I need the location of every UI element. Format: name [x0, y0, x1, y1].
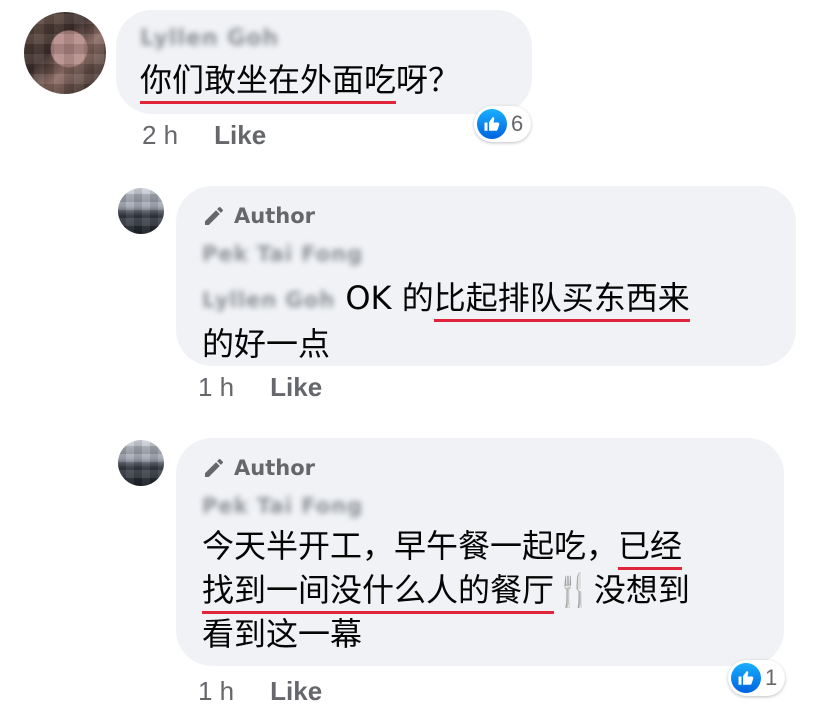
- reply-author-avatar[interactable]: [118, 440, 164, 486]
- like-button[interactable]: Like: [214, 120, 266, 151]
- fork-and-knife-icon: 🍴: [554, 571, 594, 609]
- thumbs-up-icon: [477, 109, 507, 139]
- comment-bubble: Lyllen Goh 你们敢坐在外面吃呀？: [116, 10, 532, 114]
- underlined-text: 已经: [618, 527, 683, 570]
- timestamp[interactable]: 1 h: [198, 372, 234, 403]
- reply-bubble: Author Pek Tai Fong Lyllen Goh OK 的比起排队买…: [176, 186, 796, 366]
- pencil-icon: [202, 204, 226, 228]
- reply-author-avatar[interactable]: [118, 188, 164, 234]
- timestamp[interactable]: 1 h: [198, 676, 234, 707]
- underlined-text: 找到一间没什么人的餐厅: [202, 571, 555, 614]
- mention-link[interactable]: Lyllen Goh: [202, 278, 335, 322]
- timestamp[interactable]: 2 h: [142, 120, 178, 151]
- pencil-icon: [202, 456, 226, 480]
- reply-meta: 1 h Like: [198, 676, 322, 707]
- reaction-count[interactable]: 1: [728, 660, 786, 696]
- like-button[interactable]: Like: [270, 676, 322, 707]
- comment-text: 你们敢坐在外面吃呀？: [140, 58, 460, 104]
- comment-meta: 2 h Like: [142, 120, 266, 151]
- like-button[interactable]: Like: [270, 372, 322, 403]
- reaction-count[interactable]: 6: [474, 106, 532, 142]
- author-badge: Author: [202, 456, 315, 480]
- reply-bubble: Author Pek Tai Fong 今天半开工，早午餐一起吃，已经 找到一间…: [176, 438, 784, 666]
- underlined-text: 比起排队买东西来: [433, 279, 690, 322]
- thumbs-up-icon: [731, 663, 761, 693]
- reply-meta: 1 h Like: [198, 372, 322, 403]
- commenter-name[interactable]: Lyllen Goh: [140, 26, 279, 51]
- author-badge: Author: [202, 204, 315, 228]
- commenter-avatar[interactable]: [24, 12, 106, 94]
- reply-author-name[interactable]: Pek Tai Fong: [202, 494, 363, 518]
- underlined-text: 你们敢坐在外面吃: [140, 61, 397, 104]
- reply-text: 今天半开工，早午餐一起吃，已经 找到一间没什么人的餐厅🍴没想到 看到这一幕: [202, 527, 690, 653]
- reply-author-name[interactable]: Pek Tai Fong: [202, 242, 363, 266]
- reply-text: Lyllen Goh OK 的比起排队买东西来 的好一点: [202, 278, 690, 363]
